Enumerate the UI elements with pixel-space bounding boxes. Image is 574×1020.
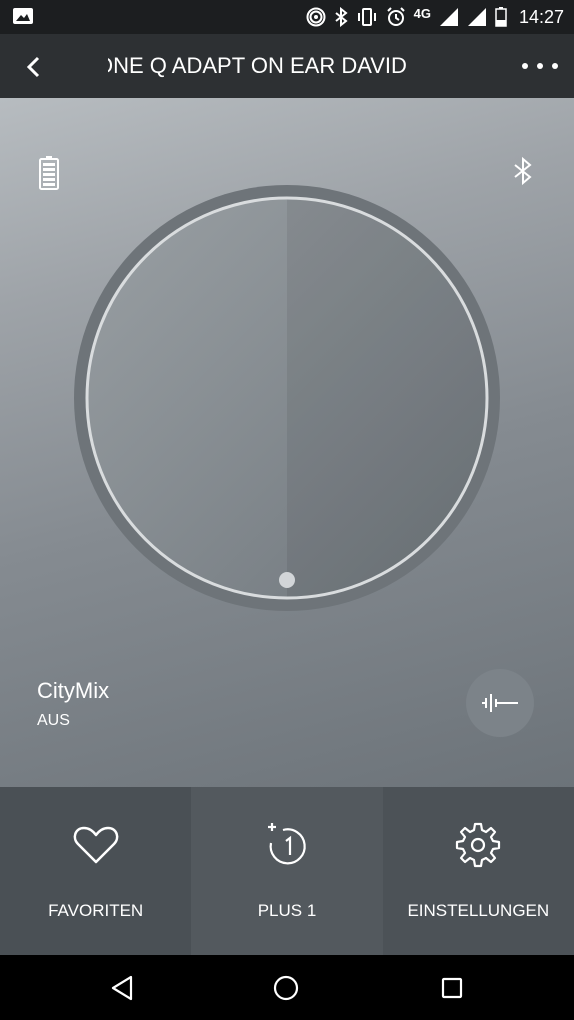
main-panel: CityMix AUS xyxy=(0,98,574,787)
bottom-tabs: FAVORITEN PLUS 1 EINSTELLUNGEN xyxy=(0,787,574,955)
signal-icon xyxy=(439,6,459,28)
battery-icon xyxy=(39,156,59,190)
back-button[interactable] xyxy=(18,52,48,82)
gear-icon xyxy=(454,821,502,869)
image-icon xyxy=(13,8,33,24)
more-options-button[interactable] xyxy=(522,54,558,78)
system-nav-bar xyxy=(0,955,574,1020)
tab-plus-1[interactable]: PLUS 1 xyxy=(191,787,383,955)
dial-knob[interactable] xyxy=(279,572,295,588)
volume-dial[interactable] xyxy=(73,184,501,612)
citymix-state: AUS xyxy=(37,712,70,729)
tab-favoriten[interactable]: FAVORITEN xyxy=(0,787,192,955)
bluetooth-icon xyxy=(334,6,348,28)
hotspot-icon xyxy=(306,6,326,28)
tab-label: FAVORITEN xyxy=(48,901,144,920)
equalizer-icon xyxy=(482,694,518,712)
bluetooth-icon[interactable] xyxy=(512,156,534,186)
triangle-back-icon xyxy=(111,975,133,1001)
chevron-left-icon xyxy=(26,56,40,78)
page-title: ONE Q ADAPT ON EAR DAVID xyxy=(108,53,407,78)
app-header: ONE Q ADAPT ON EAR DAVID xyxy=(0,34,574,98)
tab-label: EINSTELLUNGEN xyxy=(407,901,550,920)
circle-home-icon xyxy=(273,975,299,1001)
citymix-name: CityMix xyxy=(37,678,110,703)
equalizer-button[interactable] xyxy=(466,669,534,737)
vibrate-icon xyxy=(356,6,378,28)
network-type: 4G xyxy=(413,5,431,21)
battery-icon xyxy=(495,6,507,28)
tab-label: PLUS 1 xyxy=(257,901,317,920)
alarm-icon xyxy=(386,6,406,28)
nav-recents-button[interactable] xyxy=(436,972,468,1004)
nav-back-button[interactable] xyxy=(106,972,138,1004)
status-bar: 4G 14:27 xyxy=(0,0,574,34)
more-dots-icon xyxy=(522,63,528,69)
heart-icon xyxy=(72,821,120,869)
tab-einstellungen[interactable]: EINSTELLUNGEN xyxy=(382,787,574,955)
signal-icon xyxy=(467,6,487,28)
plus-one-icon xyxy=(263,821,311,869)
nav-home-button[interactable] xyxy=(270,972,302,1004)
square-recents-icon xyxy=(441,977,463,999)
status-time: 14:27 xyxy=(518,6,564,27)
dial-shade xyxy=(287,198,487,598)
